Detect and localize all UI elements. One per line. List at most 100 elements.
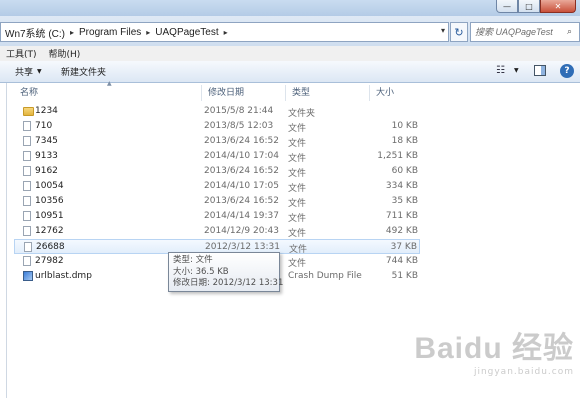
navigation-pane-divider[interactable] <box>6 83 7 398</box>
file-row[interactable]: 7345 2013/6/24 16:52 文件 18 KB <box>14 134 420 149</box>
address-history-dropdown-icon[interactable]: ▾ <box>441 26 445 35</box>
address-bar[interactable]: Wn7系统 (C:) ▸ Program Files ▸ UAQPageTest… <box>0 22 449 42</box>
file-icon <box>23 151 33 162</box>
breadcrumb-separator-icon[interactable]: ▸ <box>146 28 150 37</box>
share-button[interactable]: 共享 ▼ <box>15 65 42 78</box>
file-size: 60 KB <box>391 166 418 176</box>
file-name: 710 <box>35 121 53 131</box>
file-type: 文件 <box>288 199 307 209</box>
file-date: 2013/8/5 12:03 <box>204 121 274 131</box>
help-icon[interactable]: ? <box>560 64 574 78</box>
tooltip-size: 大小: 36.5 KB <box>173 266 229 277</box>
file-icon <box>23 226 33 237</box>
file-date: 2013/6/24 16:52 <box>204 166 279 176</box>
search-input[interactable] <box>475 27 567 37</box>
file-name: 27982 <box>35 256 64 266</box>
new-folder-button[interactable]: 新建文件夹 <box>61 65 106 78</box>
column-header-type[interactable]: 类型 <box>286 85 370 101</box>
file-type: 文件 <box>288 124 307 134</box>
file-icon-glyph <box>23 151 31 161</box>
file-name: 10951 <box>35 211 64 221</box>
app-icon <box>23 271 33 282</box>
chevron-down-icon: ▼ <box>37 68 42 75</box>
watermark-url: jingyan.baidu.com <box>473 367 574 377</box>
file-type: 文件 <box>288 214 307 224</box>
file-row[interactable]: 9133 2014/4/10 17:04 文件 1,251 KB <box>14 149 420 164</box>
file-name: 1234 <box>35 106 58 116</box>
file-size: 711 KB <box>385 211 418 221</box>
column-header-date[interactable]: 修改日期 <box>202 85 286 101</box>
search-box[interactable]: ⌕ <box>470 22 580 42</box>
menu-help[interactable]: 帮助(H) <box>49 47 81 60</box>
minimize-icon[interactable]: — <box>496 0 518 13</box>
file-name: 10356 <box>35 196 64 206</box>
column-header-name[interactable]: 名称 <box>14 85 202 101</box>
folder-icon-glyph <box>23 107 34 116</box>
breadcrumb-program-files[interactable]: Program Files <box>79 27 141 38</box>
change-view-icon[interactable]: ☷ <box>496 65 505 76</box>
file-icon-glyph <box>23 181 31 191</box>
file-date: 2014/4/10 17:04 <box>204 151 279 161</box>
file-size: 492 KB <box>385 226 418 236</box>
share-label: 共享 <box>15 68 34 78</box>
file-type: 文件 <box>288 139 307 149</box>
maximize-icon[interactable]: □ <box>518 0 540 13</box>
file-row[interactable]: 12762 2014/12/9 20:43 文件 492 KB <box>14 224 420 239</box>
file-row[interactable]: 9162 2013/6/24 16:52 文件 60 KB <box>14 164 420 179</box>
file-icon-glyph <box>23 226 31 236</box>
file-name: urlblast.dmp <box>35 271 92 281</box>
refresh-icon[interactable]: ↻ <box>450 22 468 42</box>
file-icon-glyph <box>23 136 31 146</box>
file-size: 334 KB <box>385 181 418 191</box>
watermark: Baidu 经验 jingyan.baidu.com <box>414 333 574 378</box>
file-row[interactable]: 10356 2013/6/24 16:52 文件 35 KB <box>14 194 420 209</box>
column-header-size[interactable]: 大小 <box>370 85 434 101</box>
window-controls: — □ ✕ <box>496 0 576 13</box>
file-name: 26688 <box>36 242 65 252</box>
view-options-chevron-icon[interactable]: ▼ <box>514 67 519 74</box>
file-date: 2015/5/8 21:44 <box>204 106 274 116</box>
file-date: 2014/4/14 19:37 <box>204 211 279 221</box>
file-info-tooltip: 类型: 文件 大小: 36.5 KB 修改日期: 2012/3/12 13:31 <box>168 252 283 292</box>
folder-icon <box>23 106 34 117</box>
file-size: 35 KB <box>391 196 418 206</box>
file-type: 文件 <box>288 184 307 194</box>
file-size: 18 KB <box>391 136 418 146</box>
title-bar: — □ ✕ <box>0 0 580 16</box>
file-type: 文件夹 <box>288 109 316 119</box>
file-icon <box>24 242 34 253</box>
command-bar: 共享 ▼ 新建文件夹 ☷ ▼ ? <box>0 61 580 83</box>
file-row[interactable]: 10951 2014/4/14 19:37 文件 711 KB <box>14 209 420 224</box>
file-date: 2014/4/10 17:05 <box>204 181 279 191</box>
breadcrumb-separator-icon[interactable]: ▸ <box>70 28 74 37</box>
file-icon <box>23 121 33 132</box>
menu-tools[interactable]: 工具(T) <box>6 47 37 60</box>
app-icon-glyph <box>23 271 33 281</box>
file-size: 1,251 KB <box>377 151 418 161</box>
file-size: 51 KB <box>391 271 418 281</box>
file-date: 2014/12/9 20:43 <box>204 226 279 236</box>
file-row[interactable]: 10054 2014/4/10 17:05 文件 334 KB <box>14 179 420 194</box>
file-icon-glyph <box>24 242 32 252</box>
file-icon-glyph <box>23 121 31 131</box>
file-name: 9162 <box>35 166 58 176</box>
column-headers: ▲ 名称 修改日期 类型 大小 <box>14 80 574 101</box>
file-type: Crash Dump File <box>288 271 362 281</box>
breadcrumb-drive[interactable]: Wn7系统 (C:) <box>5 25 65 40</box>
file-date: 2012/3/12 13:31 <box>205 242 280 252</box>
menu-bar: 工具(T) 帮助(H) <box>0 46 580 61</box>
file-icon <box>23 256 33 267</box>
preview-pane-icon[interactable] <box>534 65 546 76</box>
file-size: 744 KB <box>385 256 418 266</box>
file-name: 7345 <box>35 136 58 146</box>
file-icon-glyph <box>23 256 31 266</box>
file-type: 文件 <box>288 259 307 269</box>
file-row[interactable]: 1234 2015/5/8 21:44 文件夹 <box>14 104 420 119</box>
breadcrumb-uaqpagetest[interactable]: UAQPageTest <box>155 27 218 38</box>
file-icon-glyph <box>23 166 31 176</box>
file-row[interactable]: 710 2013/8/5 12:03 文件 10 KB <box>14 119 420 134</box>
file-name: 10054 <box>35 181 64 191</box>
close-icon[interactable]: ✕ <box>540 0 576 13</box>
breadcrumb-separator-icon[interactable]: ▸ <box>224 28 228 37</box>
search-icon[interactable]: ⌕ <box>567 27 572 37</box>
